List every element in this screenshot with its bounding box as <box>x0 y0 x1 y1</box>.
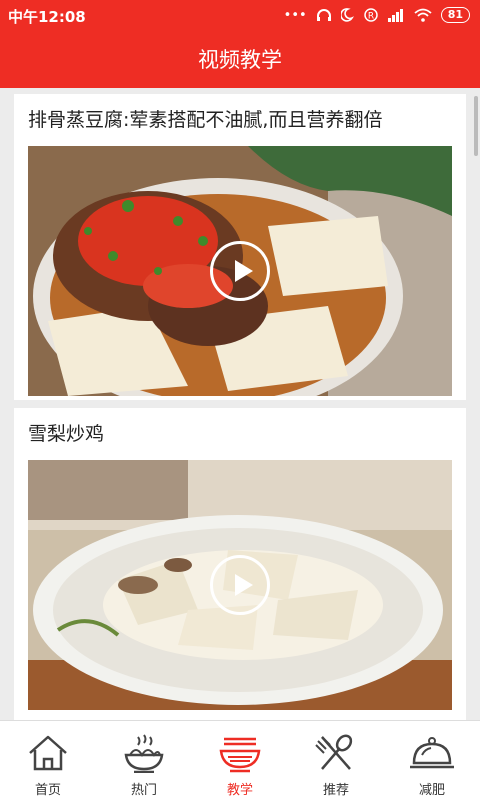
video-thumbnail[interactable] <box>28 146 452 396</box>
tab-label: 首页 <box>34 783 61 798</box>
tab-label: 推荐 <box>322 783 349 798</box>
scrollbar[interactable] <box>474 96 478 156</box>
noodle-bowl-icon <box>124 734 164 773</box>
video-card[interactable]: 排骨蒸豆腐:荤素搭配不油腻,而且营养翻倍 <box>14 94 466 400</box>
registered-icon: R <box>363 8 378 22</box>
fork-spoon-icon <box>315 734 353 770</box>
svg-text:R: R <box>368 12 374 22</box>
home-icon <box>29 735 67 771</box>
video-title: 排骨蒸豆腐:荤素搭配不油腻,而且营养翻倍 <box>28 109 383 131</box>
tab-label: 教学 <box>226 783 253 798</box>
play-icon[interactable] <box>210 241 270 301</box>
video-thumbnail[interactable] <box>28 460 452 710</box>
tab-label: 热门 <box>130 783 157 798</box>
more-dots-icon: ••• <box>283 7 307 23</box>
video-card[interactable]: 雪梨炒鸡 <box>14 408 466 720</box>
cloche-icon <box>410 737 454 769</box>
tab-hot[interactable]: 热门 <box>96 721 192 800</box>
signal-icon <box>387 9 403 22</box>
tab-teaching[interactable]: 教学 <box>192 721 288 800</box>
tab-label: 减肥 <box>418 783 445 798</box>
teaching-bowl-icon <box>219 737 261 773</box>
headset-icon <box>316 9 331 21</box>
tab-diet[interactable]: 减肥 <box>384 721 480 800</box>
status-icons: ••• R 81 <box>284 7 470 23</box>
page-title: 视频教学 <box>0 32 480 88</box>
tab-recommend[interactable]: 推荐 <box>288 721 384 800</box>
video-title: 雪梨炒鸡 <box>28 423 105 445</box>
status-time: 中午12:08 <box>8 8 86 26</box>
tab-home[interactable]: 首页 <box>0 721 96 800</box>
play-icon[interactable] <box>210 555 270 615</box>
battery-indicator: 81 <box>440 7 470 23</box>
video-feed[interactable]: 排骨蒸豆腐:荤素搭配不油腻,而且营养翻倍 雪梨炒鸡 <box>0 88 480 720</box>
wifi-icon <box>414 8 432 22</box>
alarm-icon <box>340 8 354 22</box>
bottom-tab-bar: 首页 热门 教学 推荐 减肥 <box>0 720 480 800</box>
status-bar: 中午12:08 ••• R 81 <box>0 0 480 32</box>
